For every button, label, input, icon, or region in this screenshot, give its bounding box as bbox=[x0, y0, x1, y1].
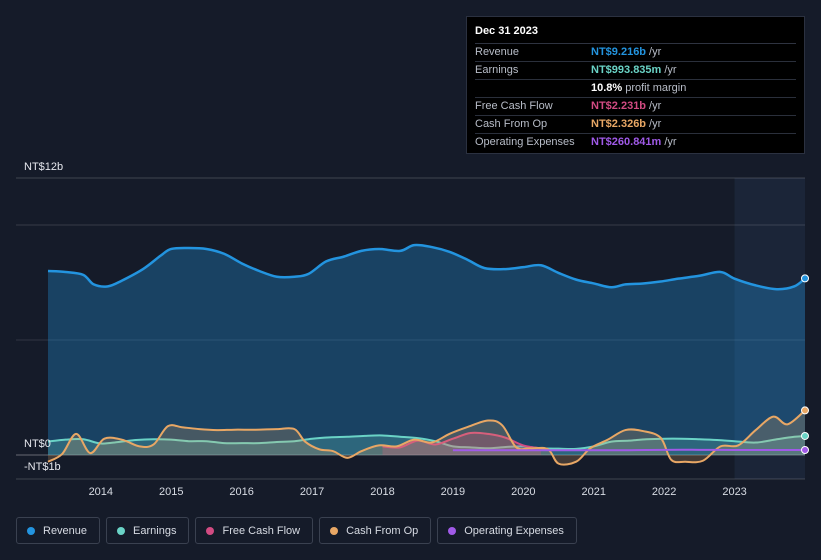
tooltip-date: Dec 31 2023 bbox=[475, 23, 796, 44]
tooltip-value: NT$260.841m bbox=[591, 136, 662, 148]
x-tick-label: 2014 bbox=[89, 486, 113, 498]
series-endpoint-revenue bbox=[801, 274, 809, 283]
x-tick-label: 2022 bbox=[652, 486, 676, 498]
tooltip-row-operating-expenses: Operating Expenses NT$260.841m /yr bbox=[475, 134, 796, 151]
x-tick-label: 2016 bbox=[229, 486, 253, 498]
x-tick-label: 2015 bbox=[159, 486, 183, 498]
tooltip-row-revenue: Revenue NT$9.216b /yr bbox=[475, 44, 796, 62]
legend-label: Earnings bbox=[133, 524, 177, 537]
tooltip-row-profit-margin: 10.8% profit margin bbox=[475, 80, 796, 98]
tooltip-row-free-cash-flow: Free Cash Flow NT$2.231b /yr bbox=[475, 98, 796, 116]
legend-dot-icon bbox=[206, 526, 215, 535]
tooltip-value: NT$993.835m bbox=[591, 64, 662, 76]
tooltip-unit: /yr bbox=[649, 100, 662, 112]
tooltip-label: Cash From Op bbox=[475, 118, 548, 130]
series-endpoint-operating-expenses bbox=[801, 445, 809, 454]
tooltip-unit: profit margin bbox=[625, 82, 687, 94]
tooltip-row-earnings: Earnings NT$993.835m /yr bbox=[475, 62, 796, 80]
x-axis: 2014 2015 2016 2017 2018 2019 2020 2021 2022 2023 bbox=[89, 486, 747, 498]
legend-dot-icon bbox=[27, 526, 35, 535]
tooltip-unit: /yr bbox=[649, 46, 662, 58]
y-tick-neg: -NT$1b bbox=[24, 461, 61, 473]
x-tick-label: 2017 bbox=[300, 486, 324, 498]
x-tick-label: 2021 bbox=[582, 486, 606, 498]
tooltip-value: 10.8% bbox=[591, 82, 623, 94]
series-layer bbox=[47, 243, 806, 466]
y-tick-top: NT$12b bbox=[24, 161, 63, 173]
x-tick-label: 2023 bbox=[722, 486, 746, 498]
legend-label: Operating Expenses bbox=[464, 524, 564, 537]
tooltip-value: NT$2.326b bbox=[591, 118, 647, 130]
tooltip-label: Revenue bbox=[475, 46, 520, 58]
legend: Revenue Earnings Free Cash Flow Cash Fro… bbox=[16, 517, 577, 544]
y-tick-zero: NT$0 bbox=[24, 438, 51, 450]
x-tick-label: 2019 bbox=[441, 486, 465, 498]
tooltip-unit: /yr bbox=[664, 136, 677, 148]
tooltip-unit: /yr bbox=[649, 118, 662, 130]
tooltip-value: NT$2.231b bbox=[591, 100, 647, 112]
tooltip-row-cash-from-op: Cash From Op NT$2.326b /yr bbox=[475, 116, 796, 134]
legend-item-free-cash-flow[interactable]: Free Cash Flow bbox=[195, 517, 314, 544]
legend-dot-icon bbox=[448, 526, 457, 535]
legend-label: Cash From Op bbox=[346, 524, 419, 537]
legend-label: Free Cash Flow bbox=[222, 524, 301, 537]
tooltip-label: Earnings bbox=[475, 64, 519, 76]
legend-item-revenue[interactable]: Revenue bbox=[16, 517, 101, 544]
legend-item-cash-from-op[interactable]: Cash From Op bbox=[319, 517, 432, 544]
tooltip-value: NT$9.216b bbox=[591, 46, 647, 58]
legend-dot-icon bbox=[330, 526, 339, 535]
tooltip-label: Free Cash Flow bbox=[475, 100, 553, 112]
series-endpoint-earnings bbox=[801, 431, 809, 440]
legend-label: Revenue bbox=[43, 524, 88, 537]
tooltip-unit: /yr bbox=[664, 64, 677, 76]
x-tick-label: 2020 bbox=[511, 486, 535, 498]
tooltip-label bbox=[475, 80, 591, 97]
legend-item-earnings[interactable]: Earnings bbox=[106, 517, 190, 544]
tooltip-label: Operating Expenses bbox=[475, 136, 575, 148]
x-tick-label: 2018 bbox=[370, 486, 394, 498]
legend-item-operating-expenses[interactable]: Operating Expenses bbox=[437, 517, 577, 544]
series-endpoint-cash-from-op bbox=[801, 406, 809, 415]
tooltip: Dec 31 2023 Revenue NT$9.216b /yr Earnin… bbox=[466, 16, 805, 154]
legend-dot-icon bbox=[117, 526, 126, 535]
